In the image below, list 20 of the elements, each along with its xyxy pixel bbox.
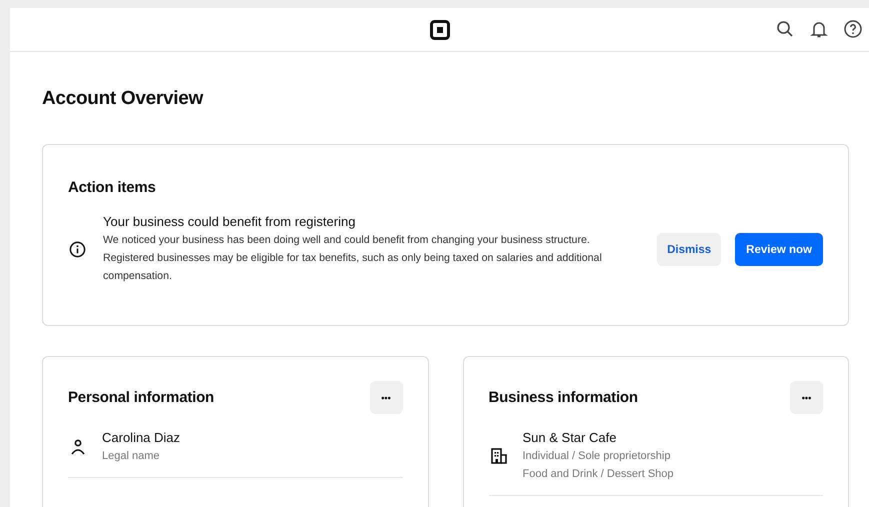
help-icon[interactable] [843, 19, 863, 39]
review-button[interactable]: Review now [735, 233, 823, 266]
info-label: Food and Drink / Dessert Shop [522, 467, 674, 481]
page-title: Account Overview [42, 88, 204, 110]
card-title: Personal information [68, 389, 214, 406]
building-icon [488, 446, 508, 466]
info-value: Sun & Star Cafe [522, 430, 618, 445]
info-value: Carolina Diaz [102, 430, 180, 445]
info-icon [69, 241, 86, 258]
search-icon[interactable] [775, 19, 795, 39]
dismiss-button[interactable]: Dismiss [657, 233, 722, 266]
card-title: Action items [68, 179, 157, 196]
card-title: Business information [488, 389, 638, 406]
more-button[interactable]: ••• [790, 381, 823, 414]
logo-icon[interactable] [430, 20, 450, 40]
action-title: Your business could benefit from registering [103, 214, 356, 229]
action-description: We noticed your business has been doing well and could benefit from changing your business structure. Registered businesses may be eligible for tax benefits, such as only being taxed on salaries and additional compensation. [103, 233, 603, 284]
info-label: Individual / Sole proprietorship [522, 449, 672, 463]
info-label: Legal name [102, 449, 160, 463]
more-button[interactable]: ••• [370, 381, 402, 414]
